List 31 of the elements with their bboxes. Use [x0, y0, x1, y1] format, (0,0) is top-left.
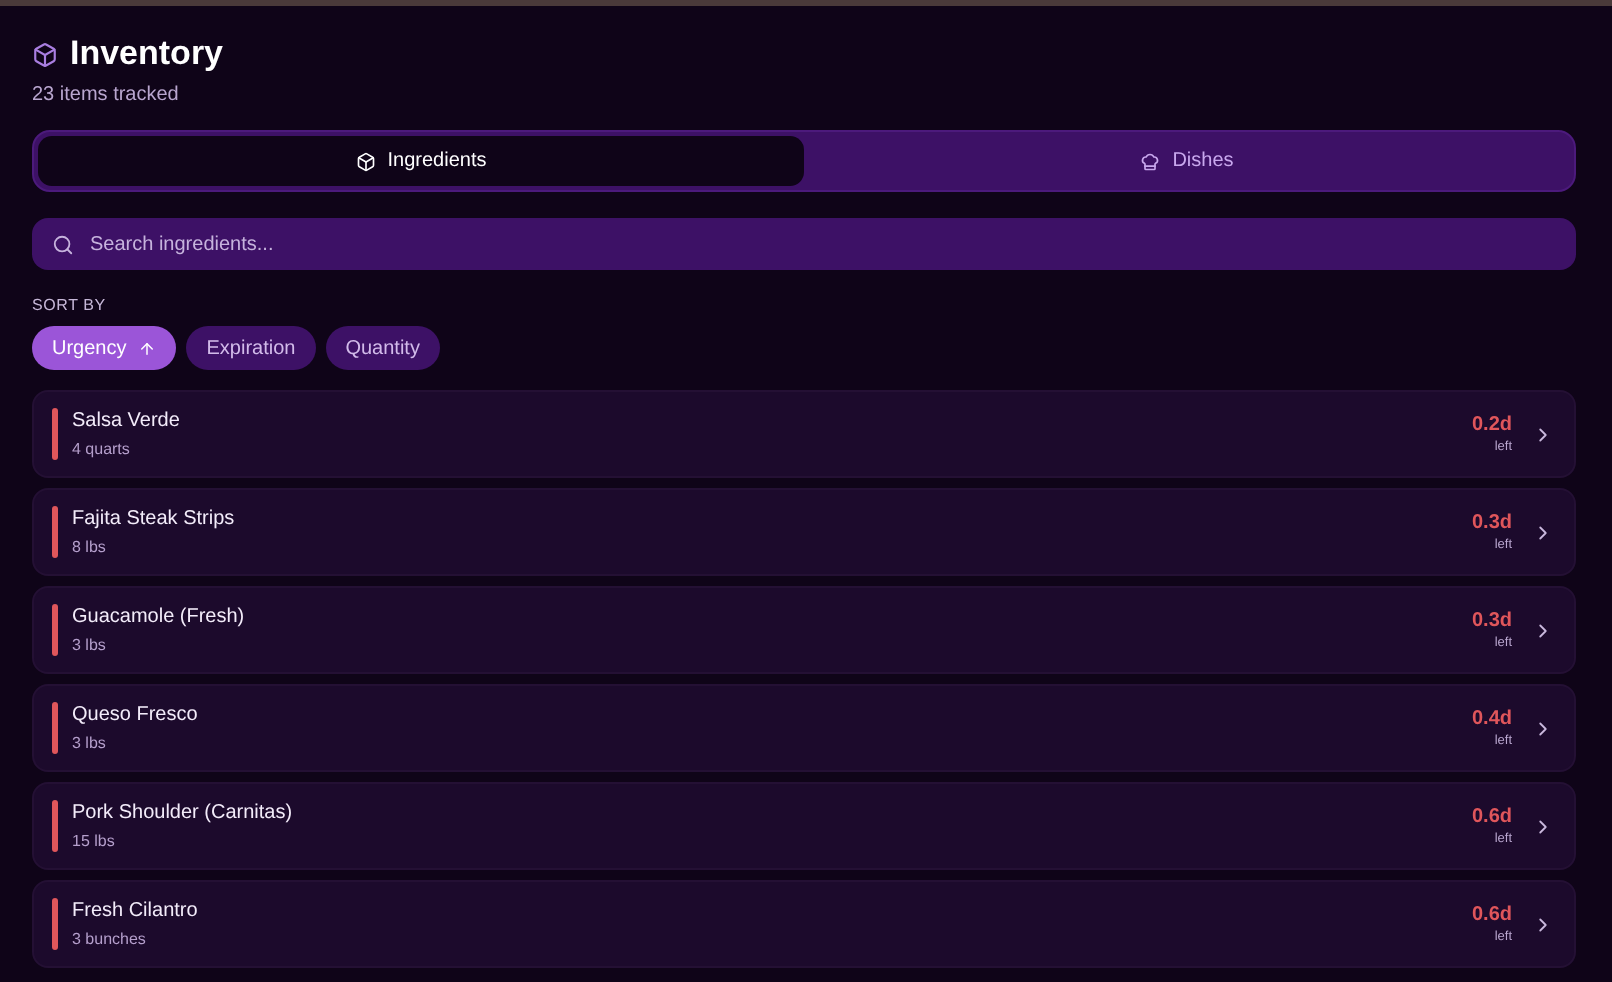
ingredient-quantity: 3 bunches: [72, 930, 148, 948]
tab[interactable]: Ingredients: [38, 136, 804, 186]
ingredient-name: Fajita Steak Strips: [72, 508, 237, 530]
days-left: 0.6d: [1471, 904, 1512, 926]
ingredient-name: Fresh Cilantro: [72, 900, 200, 922]
box-icon: [32, 41, 58, 67]
ingredient-name: Salsa Verde: [72, 410, 182, 432]
search-icon: [52, 234, 74, 256]
item-count: 23 items tracked: [32, 84, 181, 106]
ingredient-quantity: 8 lbs: [72, 538, 108, 556]
sort-chip[interactable]: Expiration: [186, 326, 316, 370]
search-field[interactable]: Search ingredients...: [32, 218, 1576, 270]
days-left: 0.3d: [1471, 610, 1512, 632]
ingredient-quantity: 3 lbs: [72, 734, 108, 752]
page-title: Inventory: [70, 34, 224, 74]
days-left: 0.4d: [1471, 708, 1512, 730]
sort-chip[interactable]: Urgency: [32, 326, 177, 370]
ingredient-name: Pork Shoulder (Carnitas): [72, 802, 295, 824]
ingredient-quantity: 4 quarts: [72, 440, 132, 458]
chef-hat-icon: [1140, 151, 1161, 171]
days-left: 0.2d: [1471, 414, 1512, 436]
box-icon: [355, 151, 376, 171]
ingredient-name: Guacamole (Fresh): [72, 606, 247, 628]
days-left: 0.6d: [1471, 806, 1512, 828]
ingredient-quantity: 3 lbs: [72, 636, 108, 654]
tab[interactable]: Dishes: [804, 136, 1570, 186]
sort-chip[interactable]: Quantity: [325, 326, 440, 370]
days-left: 0.3d: [1471, 512, 1512, 534]
sort-label: SORT BY: [32, 296, 108, 314]
ingredient-name: Queso Fresco: [72, 704, 200, 726]
ingredient-quantity: 15 lbs: [72, 832, 117, 850]
